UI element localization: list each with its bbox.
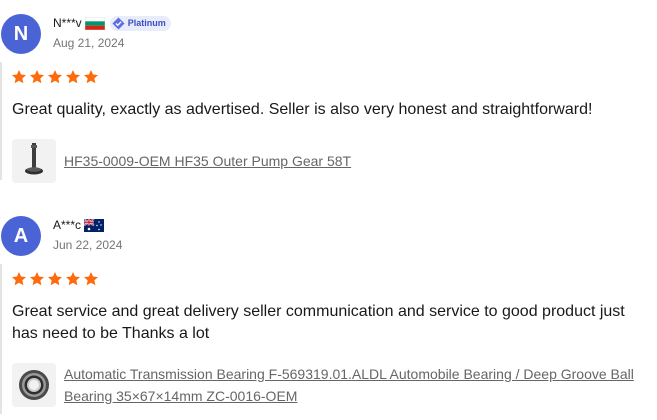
- review-date: Jun 22, 2024: [53, 238, 123, 252]
- product-link[interactable]: Automatic Transmission Bearing F-569319.…: [64, 363, 644, 407]
- product-thumbnail[interactable]: [12, 363, 56, 407]
- avatar: A: [1, 216, 41, 256]
- australia-flag-icon: [84, 218, 105, 232]
- review-divider: [0, 62, 2, 180]
- star-icon: [66, 272, 80, 286]
- review-text: Great service and great delivery seller …: [12, 303, 625, 342]
- star-icon: [66, 70, 80, 84]
- star-icon: [12, 272, 26, 286]
- star-icon: [12, 70, 26, 84]
- product-link-row[interactable]: Automatic Transmission Bearing F-569319.…: [12, 363, 644, 407]
- review-date: Aug 21, 2024: [53, 36, 125, 50]
- review-text: Great quality, exactly as advertised. Se…: [12, 101, 593, 118]
- star-icon: [48, 272, 62, 286]
- review-divider: [0, 264, 2, 414]
- badge-label: Platinum: [127, 18, 166, 28]
- star-icon: [48, 70, 62, 84]
- avatar: N: [1, 14, 41, 54]
- star-icon: [84, 70, 98, 84]
- star-rating: [11, 271, 101, 287]
- star-icon: [30, 272, 44, 286]
- reviewer-name: A***c: [53, 218, 82, 232]
- bearing-image: [19, 370, 49, 400]
- reviewer-info: A***c: [53, 216, 105, 234]
- reviewer-info: N***v Platinum: [53, 14, 171, 32]
- platinum-badge: Platinum: [109, 15, 171, 31]
- product-link[interactable]: HF35-0009-OEM HF35 Outer Pump Gear 58T: [64, 150, 644, 172]
- product-link-row[interactable]: HF35-0009-OEM HF35 Outer Pump Gear 58T: [12, 139, 644, 183]
- pump-gear-image: [25, 143, 43, 175]
- star-icon: [30, 70, 44, 84]
- reviewer-name: N***v: [53, 16, 82, 30]
- star-rating: [11, 69, 101, 85]
- star-icon: [84, 272, 98, 286]
- diamond-badge-icon: [112, 16, 125, 30]
- bulgaria-flag-icon: [84, 16, 105, 30]
- product-thumbnail[interactable]: [12, 139, 56, 183]
